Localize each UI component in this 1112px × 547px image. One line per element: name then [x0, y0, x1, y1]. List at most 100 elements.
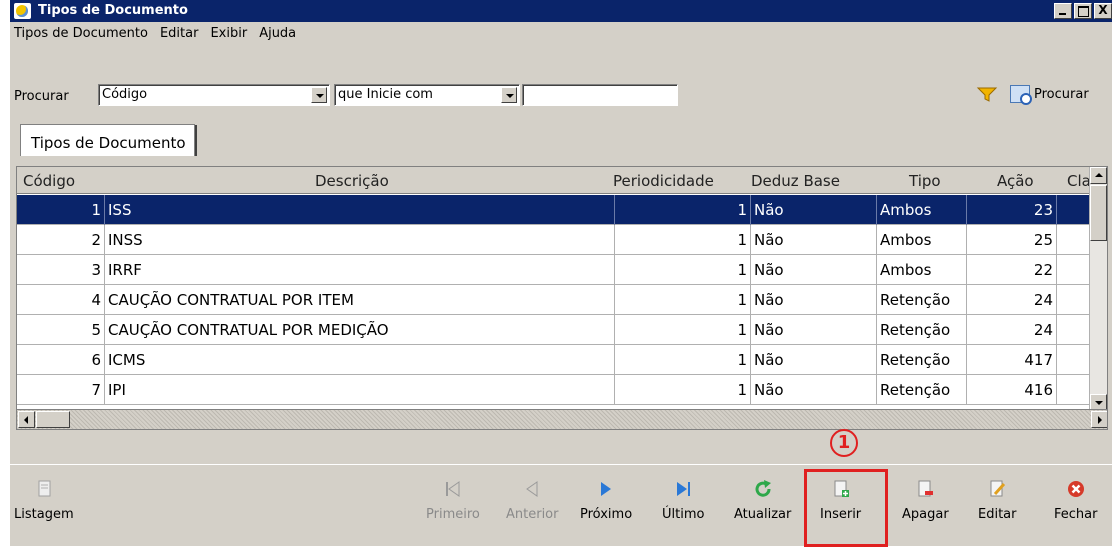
listagem-label: Listagem — [14, 507, 74, 522]
cell-acao: 25 — [967, 225, 1057, 255]
menu-exibir[interactable]: Exibir — [206, 24, 255, 44]
horizontal-scrollbar[interactable] — [17, 409, 1107, 429]
main-window: Tipos de Documento X Tipos de Documento … — [8, 0, 1112, 547]
menu-tipos-de-documento[interactable]: Tipos de Documento — [10, 24, 156, 44]
fechar-label: Fechar — [1054, 507, 1098, 522]
fechar-button[interactable]: Fechar — [1054, 479, 1097, 522]
tab-tipos-de-documento[interactable]: Tipos de Documento — [20, 124, 197, 156]
cell-deduz-base: Não — [751, 315, 877, 345]
menu-bar: Tipos de Documento Editar Exibir Ajuda — [10, 24, 304, 44]
cell-acao: 22 — [967, 255, 1057, 285]
cell-periodicidade: 1 — [615, 345, 751, 375]
proximo-button[interactable]: Próximo — [580, 479, 632, 522]
table-row[interactable]: 5 CAUÇÃO CONTRATUAL POR MEDIÇÃO 1 Não Retenç… — [17, 315, 1091, 345]
cell-tipo: Retenção — [877, 285, 967, 315]
anterior-label: Anterior — [506, 507, 559, 522]
grid-header: Código Descrição Periodicidade Deduz Bas… — [17, 167, 1091, 194]
cell-descricao: ICMS — [105, 345, 615, 375]
maximize-button[interactable] — [1074, 3, 1092, 19]
scroll-right-icon[interactable] — [1091, 411, 1107, 428]
documents-grid: Código Descrição Periodicidade Deduz Bas… — [16, 166, 1108, 430]
column-header-classe[interactable]: Cla — [1067, 167, 1089, 194]
apagar-button[interactable]: Apagar — [902, 479, 949, 522]
search-button[interactable]: Procurar — [1010, 83, 1089, 105]
cell-tipo: Retenção — [877, 375, 967, 405]
previous-record-icon — [526, 481, 538, 497]
column-header-tipo[interactable]: Tipo — [909, 167, 941, 194]
vertical-scrollbar[interactable] — [1089, 167, 1107, 411]
cell-codigo: 2 — [17, 225, 105, 255]
filter-icon[interactable] — [976, 85, 998, 103]
atualizar-button[interactable]: Atualizar — [734, 479, 791, 522]
table-row[interactable]: 4 CAUÇÃO CONTRATUAL POR ITEM 1 Não Retenção 2… — [17, 285, 1091, 315]
table-row[interactable]: 3 IRRF 1 Não Ambos 22 — [17, 255, 1091, 285]
cell-descricao: CAUÇÃO CONTRATUAL POR MEDIÇÃO — [105, 315, 615, 345]
cell-classe — [1057, 225, 1091, 255]
close-window-button[interactable]: X — [1094, 3, 1112, 19]
minimize-button[interactable] — [1054, 3, 1072, 19]
column-header-periodicidade[interactable]: Periodicidade — [613, 167, 714, 194]
primeiro-button[interactable]: Primeiro — [426, 479, 480, 522]
listagem-button[interactable]: Listagem — [14, 479, 74, 522]
editar-button[interactable]: Editar — [978, 479, 1017, 522]
next-record-icon — [601, 482, 612, 496]
scroll-left-icon[interactable] — [18, 411, 35, 428]
cell-deduz-base: Não — [751, 195, 877, 225]
cell-periodicidade: 1 — [615, 255, 751, 285]
proximo-label: Próximo — [580, 507, 633, 522]
cell-classe — [1057, 315, 1091, 345]
column-header-descricao[interactable]: Descrição — [315, 167, 389, 194]
search-bar: Procurar Código que Inicie com Procurar — [10, 80, 1112, 110]
cell-tipo: Ambos — [877, 255, 967, 285]
cell-descricao: IPI — [105, 375, 615, 405]
scroll-up-icon[interactable] — [1090, 167, 1107, 184]
callout-step-badge: 1 — [830, 429, 858, 457]
title-bar: Tipos de Documento X — [10, 0, 1112, 22]
menu-editar[interactable]: Editar — [156, 24, 207, 44]
chevron-down-icon[interactable] — [311, 87, 327, 103]
app-icon — [14, 3, 31, 19]
search-input[interactable] — [522, 84, 678, 106]
ultimo-label: Último — [662, 507, 705, 522]
cell-acao: 416 — [967, 375, 1057, 405]
edit-document-icon — [990, 480, 1006, 497]
table-row[interactable]: 2 INSS 1 Não Ambos 25 — [17, 225, 1091, 255]
cell-classe — [1057, 375, 1091, 405]
cell-classe — [1057, 195, 1091, 225]
cell-tipo: Retenção — [877, 315, 967, 345]
cell-classe — [1057, 285, 1091, 315]
search-field-select[interactable]: Código — [98, 84, 330, 106]
apagar-label: Apagar — [902, 507, 949, 522]
anterior-button[interactable]: Anterior — [506, 479, 558, 522]
column-header-codigo[interactable]: Código — [23, 167, 75, 194]
cell-acao: 23 — [967, 195, 1057, 225]
scroll-thumb[interactable] — [1090, 185, 1107, 241]
table-row[interactable]: 6 ICMS 1 Não Retenção 417 — [17, 345, 1091, 375]
cell-descricao: CAUÇÃO CONTRATUAL POR ITEM — [105, 285, 615, 315]
callout-highlight-box — [804, 469, 888, 547]
cell-codigo: 3 — [17, 255, 105, 285]
cell-periodicidade: 1 — [615, 195, 751, 225]
cell-tipo: Ambos — [877, 195, 967, 225]
cell-descricao: ISS — [105, 195, 615, 225]
table-row[interactable]: 1 ISS 1 Não Ambos 23 — [17, 195, 1091, 225]
menu-ajuda[interactable]: Ajuda — [255, 24, 304, 44]
column-header-acao[interactable]: Ação — [997, 167, 1034, 194]
cell-deduz-base: Não — [751, 285, 877, 315]
cell-tipo: Ambos — [877, 225, 967, 255]
ultimo-button[interactable]: Último — [662, 479, 704, 522]
search-operator-value: que Inicie com — [338, 87, 433, 102]
first-record-icon — [445, 481, 460, 497]
column-header-deduz-base[interactable]: Deduz Base — [751, 167, 840, 194]
cell-periodicidade: 1 — [615, 285, 751, 315]
cell-periodicidade: 1 — [615, 315, 751, 345]
horizontal-scroll-thumb[interactable] — [36, 411, 70, 428]
cell-codigo: 5 — [17, 315, 105, 345]
table-row[interactable]: 7 IPI 1 Não Retenção 416 — [17, 375, 1091, 405]
atualizar-label: Atualizar — [734, 507, 792, 522]
editar-label: Editar — [978, 507, 1017, 522]
search-operator-select[interactable]: que Inicie com — [334, 84, 520, 106]
chevron-down-icon[interactable] — [501, 87, 517, 103]
document-icon — [38, 480, 51, 497]
cell-deduz-base: Não — [751, 255, 877, 285]
